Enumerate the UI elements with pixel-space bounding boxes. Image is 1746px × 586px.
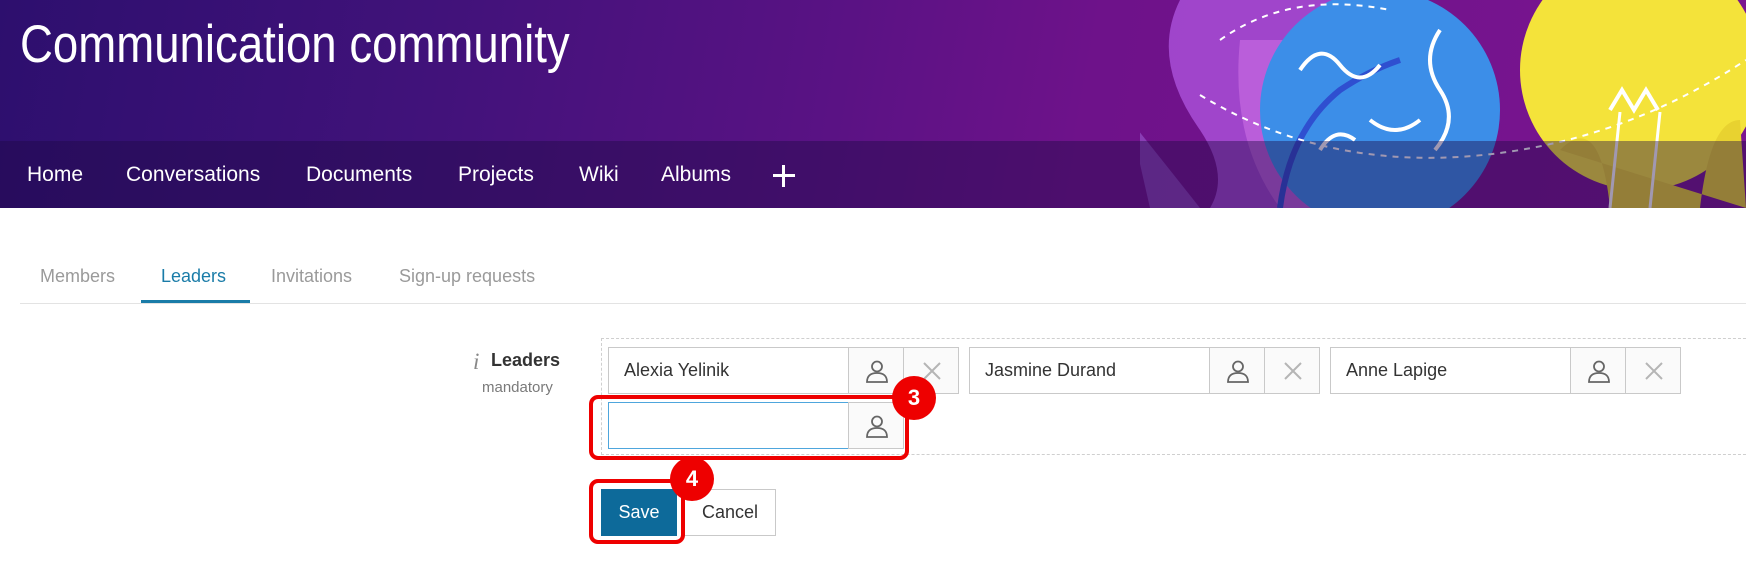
- leader-name: Jasmine Durand: [969, 347, 1210, 394]
- community-navbar: Home Conversations Documents Projects Wi…: [0, 141, 1746, 208]
- nav-projects[interactable]: Projects: [458, 141, 534, 208]
- tab-signup-requests[interactable]: Sign-up requests: [399, 262, 535, 302]
- active-tab-indicator: [141, 300, 250, 303]
- community-banner: Communication community Home Conversatio…: [0, 0, 1746, 208]
- remove-leader-button[interactable]: [1625, 347, 1681, 394]
- step-marker-4: 4: [670, 457, 714, 501]
- add-app-plus-icon[interactable]: [772, 164, 796, 188]
- highlight-save-button: [589, 479, 685, 544]
- info-icon[interactable]: i: [473, 349, 479, 375]
- close-icon: [1645, 362, 1663, 380]
- user-icon: [1588, 360, 1610, 383]
- user-icon: [1227, 360, 1249, 383]
- select-user-button[interactable]: [1570, 347, 1626, 394]
- close-icon: [1284, 362, 1302, 380]
- tabs-divider: [20, 303, 1746, 304]
- nav-albums[interactable]: Albums: [661, 141, 731, 208]
- tab-members[interactable]: Members: [40, 262, 115, 302]
- tab-leaders[interactable]: Leaders: [161, 262, 226, 302]
- highlight-new-leader-input: [589, 395, 909, 460]
- leader-name: Anne Lapige: [1330, 347, 1571, 394]
- nav-wiki[interactable]: Wiki: [579, 141, 619, 208]
- tab-invitations[interactable]: Invitations: [271, 262, 352, 302]
- nav-home[interactable]: Home: [27, 141, 83, 208]
- select-user-button[interactable]: [1209, 347, 1265, 394]
- nav-documents[interactable]: Documents: [306, 141, 412, 208]
- mandatory-label: mandatory: [482, 379, 553, 396]
- nav-conversations[interactable]: Conversations: [126, 141, 260, 208]
- leaders-field-label: Leaders: [491, 350, 561, 370]
- user-icon: [866, 360, 888, 383]
- leader-name: Alexia Yelinik: [608, 347, 849, 394]
- community-title: Communication community: [20, 15, 570, 74]
- step-marker-3: 3: [892, 376, 936, 420]
- remove-leader-button[interactable]: [1264, 347, 1320, 394]
